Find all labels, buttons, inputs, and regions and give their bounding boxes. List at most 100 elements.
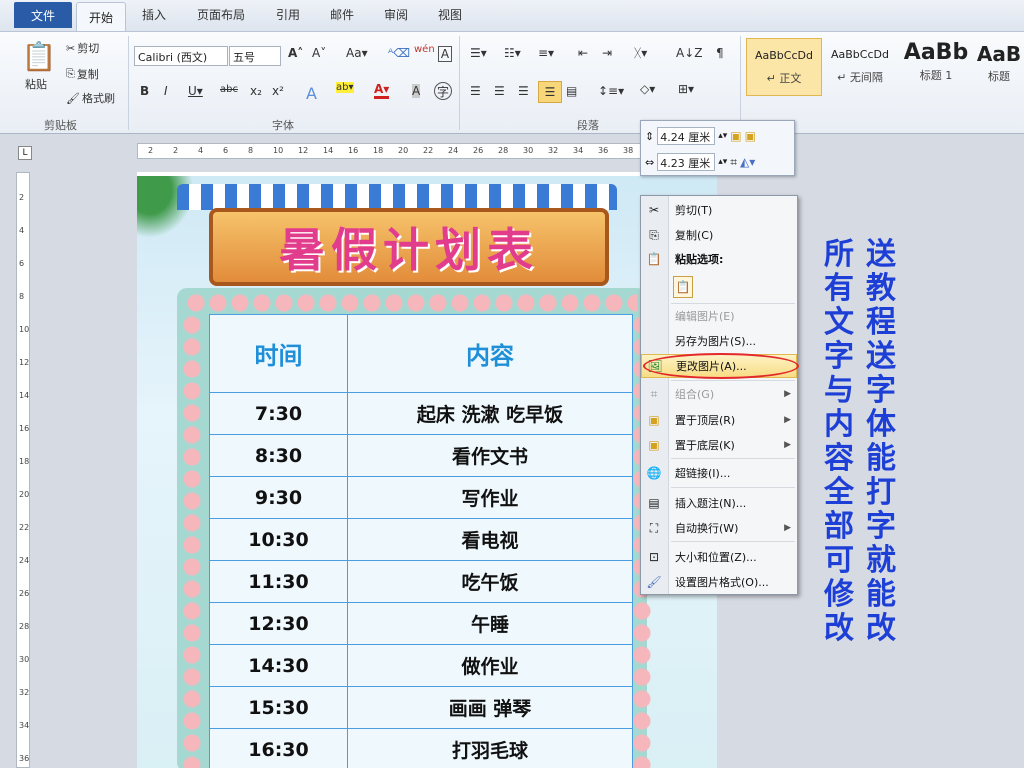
bullets-icon[interactable]: ☰▾ xyxy=(470,46,487,60)
menu-label: 编辑图片(E) xyxy=(675,310,735,323)
highlight-icon[interactable]: ab▾ xyxy=(336,82,354,93)
chinese-layout-icon[interactable]: ᚷ▾ xyxy=(634,46,647,60)
justify-icon[interactable]: ☰ xyxy=(538,81,562,103)
submenu-arrow-icon: ▶ xyxy=(784,415,791,425)
tab-view[interactable]: 视图 xyxy=(438,6,462,23)
content-cell: 画画 弹琴 xyxy=(347,686,633,729)
width-field[interactable]: 4.23 厘米 xyxy=(657,153,716,171)
paste-button[interactable]: 粘贴 xyxy=(25,76,47,92)
ruler-mark: 24 xyxy=(448,146,459,155)
tab-references[interactable]: 引用 xyxy=(276,6,300,23)
grow-font-icon[interactable]: A˄ xyxy=(288,46,303,60)
increase-indent-icon[interactable]: ⇥ xyxy=(602,46,612,60)
tab-selector[interactable]: L xyxy=(18,146,32,160)
enclose-char-icon[interactable]: 字 xyxy=(434,82,452,100)
superscript-icon[interactable]: x² xyxy=(272,84,284,98)
decrease-indent-icon[interactable]: ⇤ xyxy=(578,46,588,60)
style-title[interactable]: AaB 标题 xyxy=(974,38,1024,96)
menu-item-wrap-text[interactable]: ⛶ 自动换行(W) ▶ xyxy=(641,516,797,540)
menu-item-bring-to-front[interactable]: ▣ 置于顶层(R) ▶ xyxy=(641,408,797,432)
menu-item-insert-caption[interactable]: ▤ 插入题注(N)... xyxy=(641,491,797,515)
align-right-icon[interactable]: ☰ xyxy=(518,84,529,98)
send-to-back-icon: ▣ xyxy=(648,438,660,452)
menu-item-cut[interactable]: ✂ 剪切(T) xyxy=(641,198,797,222)
height-field[interactable]: 4.24 厘米 xyxy=(657,127,716,145)
show-marks-icon[interactable]: ¶ xyxy=(716,46,724,60)
font-size-combo[interactable]: 五号 xyxy=(229,46,281,66)
borders-icon[interactable]: ⊞▾ xyxy=(678,82,694,96)
side-text-right: 送教程 送字体 能打字就能改 xyxy=(866,237,896,646)
table-row: 9:30 写作业 xyxy=(209,476,633,519)
document-page[interactable]: 暑假计划表 时间 内容 7:30 起床 洗漱 吃早饭 8:30 看作文书 9:30 写… xyxy=(137,172,717,768)
menu-item-format-picture[interactable]: 🖌 设置图片格式(O)... xyxy=(641,570,797,594)
multilevel-list-icon[interactable]: ≡▾ xyxy=(538,46,554,60)
ruler-mark: 26 xyxy=(473,146,484,155)
ruler-mark: 14 xyxy=(19,391,30,400)
crop-icon[interactable]: ⌗ xyxy=(730,155,737,170)
vertical-ruler[interactable]: 2 4 6 8 10 12 14 16 18 20 22 24 26 28 30 32 34 36 xyxy=(16,172,30,768)
bring-forward-icon[interactable]: ▣ xyxy=(730,129,741,143)
change-case-icon[interactable]: Aa▾ xyxy=(346,46,368,60)
content-cell: 看作文书 xyxy=(347,434,633,477)
distributed-icon[interactable]: ▤ xyxy=(566,84,577,98)
horizontal-ruler[interactable]: 2246810121416182022242628303234363840424… xyxy=(137,143,717,159)
menu-item-size-position[interactable]: ⊡ 大小和位置(Z)... xyxy=(641,545,797,569)
phonetic-guide-icon[interactable]: wén xyxy=(414,44,435,55)
style-normal[interactable]: AaBbCcDd ↵ 正文 xyxy=(746,38,822,96)
ruler-mark: 32 xyxy=(548,146,559,155)
menu-item-save-as-picture[interactable]: 另存为图片(S)... xyxy=(641,329,797,353)
style-preview: AaBb xyxy=(903,40,969,65)
ruler-mark: 20 xyxy=(398,146,409,155)
tab-home[interactable]: 开始 xyxy=(76,2,126,32)
format-painter-button[interactable]: 🖌 格式刷 xyxy=(66,90,115,106)
cut-button[interactable]: ✂ 剪切 xyxy=(66,40,99,56)
ruler-mark: 18 xyxy=(373,146,384,155)
line-spacing-icon[interactable]: ↕≡▾ xyxy=(598,84,624,98)
send-backward-icon[interactable]: ▣ xyxy=(745,129,756,143)
sort-icon[interactable]: A↓Z xyxy=(676,46,702,60)
tab-mailings[interactable]: 邮件 xyxy=(330,6,354,23)
font-color-icon[interactable]: A▾ xyxy=(374,82,390,99)
table-row: 14:30 做作业 xyxy=(209,644,633,687)
bold-icon[interactable]: B xyxy=(140,84,149,98)
tab-insert[interactable]: 插入 xyxy=(142,6,166,23)
italic-icon[interactable]: I xyxy=(164,84,168,98)
paste-option-keep-source[interactable]: 📋 xyxy=(641,273,797,301)
content-cell: 吃午饭 xyxy=(347,560,633,603)
menu-item-send-to-back[interactable]: ▣ 置于底层(K) ▶ xyxy=(641,433,797,457)
shading-icon[interactable]: ◇▾ xyxy=(640,82,655,96)
text-effects-icon[interactable]: A xyxy=(306,84,317,103)
ribbon: 📋 粘贴 ✂ 剪切 ⎘ 复制 🖌 格式刷 剪贴板 Calibri (西文) 五号 A˄… xyxy=(0,31,1024,134)
time-cell: 12:30 xyxy=(209,602,348,645)
ruler-mark: 8 xyxy=(248,146,254,155)
tab-review[interactable]: 审阅 xyxy=(384,6,408,23)
style-no-spacing[interactable]: AaBbCcDd ↵ 无间隔 xyxy=(822,38,898,96)
numbering-icon[interactable]: ☷▾ xyxy=(504,46,521,60)
caption-icon: ▤ xyxy=(648,496,660,510)
style-heading-1[interactable]: AaBb 标题 1 xyxy=(898,38,974,96)
spin-icon[interactable]: ▴▾ xyxy=(718,157,727,167)
strikethrough-icon[interactable]: abc xyxy=(220,84,238,95)
align-center-icon[interactable]: ☰ xyxy=(494,84,505,98)
spin-icon[interactable]: ▴▾ xyxy=(718,131,727,141)
tab-page-layout[interactable]: 页面布局 xyxy=(197,6,245,23)
wrap-text-icon: ⛶ xyxy=(649,520,659,535)
subscript-icon[interactable]: x₂ xyxy=(250,84,262,98)
font-name-combo[interactable]: Calibri (西文) xyxy=(134,46,228,66)
align-left-icon[interactable]: ☰ xyxy=(470,84,481,98)
poster-picture[interactable]: 暑假计划表 时间 内容 7:30 起床 洗漱 吃早饭 8:30 看作文书 9:30 写… xyxy=(137,176,717,768)
char-border-icon[interactable]: A xyxy=(438,46,452,62)
height-icon: ⇕ xyxy=(645,129,655,143)
menu-item-hyperlink[interactable]: 🌐 超链接(I)... xyxy=(641,461,797,485)
content-cell: 起床 洗漱 吃早饭 xyxy=(347,392,633,435)
rotate-icon[interactable]: ◭▾ xyxy=(740,155,755,169)
char-shading-icon[interactable]: A xyxy=(412,84,421,98)
clear-format-icon[interactable]: ᴬ⌫ xyxy=(388,46,410,60)
underline-icon[interactable]: U▾ xyxy=(188,84,203,98)
table-row: 10:30 看电视 xyxy=(209,518,633,561)
copy-button[interactable]: ⎘ 复制 xyxy=(66,66,99,82)
paste-icon[interactable]: 📋 xyxy=(22,36,57,76)
shrink-font-icon[interactable]: A˅ xyxy=(312,46,326,60)
tab-file[interactable]: 文件 xyxy=(14,2,72,28)
menu-item-copy[interactable]: ⎘ 复制(C) xyxy=(641,223,797,247)
